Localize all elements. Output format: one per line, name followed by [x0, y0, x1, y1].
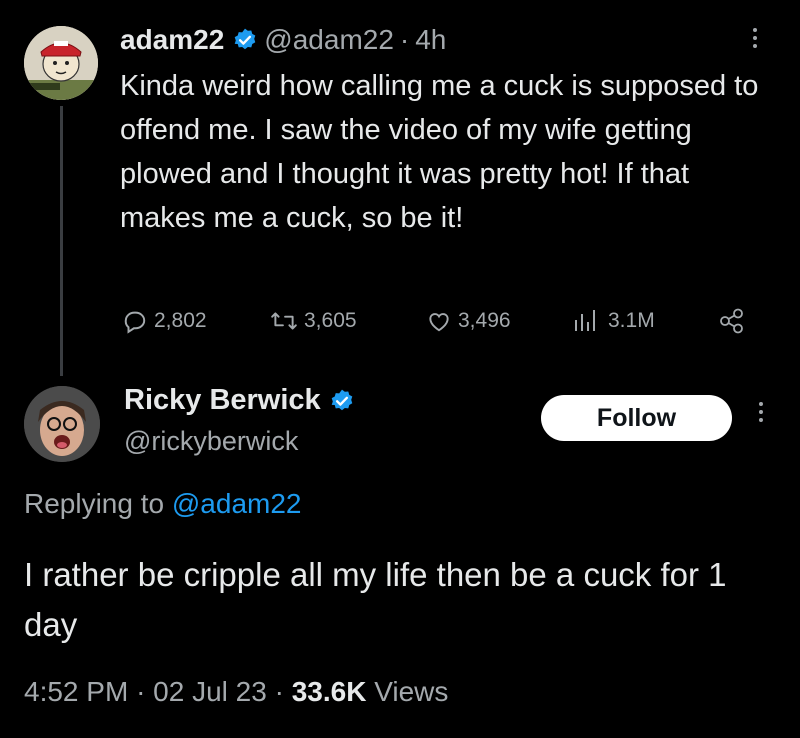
main-tweet: Ricky Berwick @rickyberwick Follow Reply… [0, 370, 800, 738]
parent-tweet: adam22 @adam22 · 4h Kinda weird how call… [0, 0, 800, 376]
retweet-button[interactable]: 3,605 [270, 308, 357, 334]
follow-button[interactable]: Follow [541, 395, 732, 441]
reply-button[interactable]: 2,802 [122, 308, 207, 334]
more-icon[interactable] [756, 398, 766, 432]
timestamp[interactable]: 4h [415, 24, 446, 56]
views-count[interactable]: 33.6K [292, 676, 367, 707]
more-icon[interactable] [750, 24, 760, 58]
author-name[interactable]: adam22 [120, 24, 224, 56]
separator-dot: · [399, 24, 410, 55]
cartoon-avatar-icon [24, 26, 98, 100]
tweet-header: adam22 @adam22 · 4h [120, 24, 446, 56]
retweet-icon [271, 312, 297, 330]
like-button[interactable]: 3,496 [426, 308, 511, 334]
views-count: 3.1M [608, 309, 655, 332]
views-icon [575, 310, 595, 331]
separator-dot: · [136, 676, 146, 707]
author-name[interactable]: Ricky Berwick [124, 384, 361, 417]
replying-mention-link[interactable]: @adam22 [172, 488, 302, 519]
separator-dot: · [274, 676, 284, 707]
share-button[interactable] [718, 308, 752, 334]
author-name-text: Ricky Berwick [124, 384, 321, 416]
retweet-count: 3,605 [304, 309, 357, 332]
tweet-metadata: 4:52 PM · 02 Jul 23 · 33.6K Views [24, 676, 448, 708]
author-handle[interactable]: @adam22 [264, 24, 394, 56]
reply-icon [124, 311, 146, 334]
replying-to: Replying to @adam22 [24, 488, 301, 520]
avatar[interactable] [24, 386, 100, 462]
verified-badge-icon [235, 28, 256, 50]
verified-badge-icon [331, 389, 352, 410]
views-label: Views [374, 676, 449, 707]
like-icon [429, 313, 449, 332]
like-count: 3,496 [458, 309, 511, 332]
avatar[interactable] [24, 26, 98, 100]
share-icon [720, 308, 743, 334]
author-handle[interactable]: @rickyberwick [124, 426, 298, 457]
replying-prefix: Replying to [24, 488, 165, 519]
action-bar: 2,802 3,605 3,496 3.1M [122, 308, 762, 344]
views-button[interactable]: 3.1M [572, 308, 655, 334]
profile-photo-icon [24, 386, 100, 462]
thread-line [60, 106, 63, 376]
tweet-text: I rather be cripple all my life then be … [24, 556, 727, 643]
reply-count: 2,802 [154, 309, 207, 332]
tweet-time[interactable]: 4:52 PM [24, 676, 128, 707]
tweet-text: Kinda weird how calling me a cuck is sup… [120, 70, 759, 234]
tweet-date[interactable]: 02 Jul 23 [153, 676, 267, 707]
